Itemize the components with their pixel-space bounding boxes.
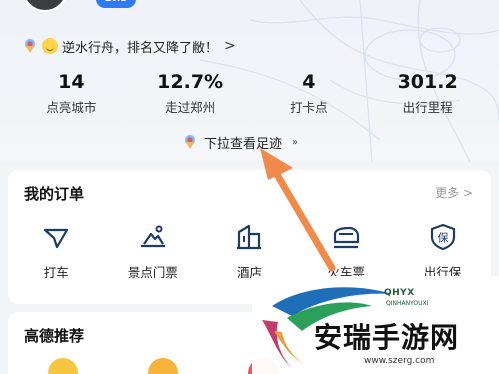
slogan-text: 逆水行舟，排名又降了敝！ (62, 40, 219, 56)
stat-value: 4 (302, 71, 316, 93)
pull-hint-label: 下拉查看足迹 (204, 136, 283, 152)
watermark-brand-sub: QINHANYOUXI (386, 300, 429, 307)
order-label: 景点门票 (127, 265, 178, 280)
order-label: 打车 (43, 265, 69, 280)
sad-face-icon (42, 38, 58, 54)
ranking-slogan[interactable]: 逆水行舟，排名又降了敝！ > (22, 35, 236, 57)
orders-title: 我的订单 (24, 185, 85, 203)
level-badge: Lv.3 (96, 0, 136, 8)
site-watermark: QHYX QINHANYOUXI 安瑞手游网 www.szerg.com (252, 276, 499, 374)
recommend-item-icon[interactable] (148, 358, 178, 374)
watermark-title: 安瑞手游网 (314, 321, 460, 354)
train-icon (333, 226, 360, 249)
stat-label: 走过郑州 (165, 100, 216, 115)
stat-value: 301.2 (397, 71, 458, 93)
stat-zhengzhou[interactable]: 12.7% 走过郑州 (135, 70, 245, 120)
order-taxi[interactable]: 打车 (8, 218, 105, 298)
order-scenic-ticket[interactable]: 景点门票 (105, 218, 202, 298)
recommend-title: 高德推荐 (24, 327, 85, 345)
stat-value: 14 (58, 71, 85, 93)
stat-cities[interactable]: 14 点亮城市 (16, 70, 126, 120)
pull-down-footprint-hint[interactable]: 下拉查看足迹 » (182, 132, 298, 152)
ice-cream-icon (185, 135, 195, 149)
svg-text:保: 保 (437, 231, 448, 245)
hotel-icon (237, 224, 262, 250)
taxi-icon (44, 228, 69, 249)
watermark-url: www.szerg.com (364, 356, 435, 366)
stat-checkins[interactable]: 4 打卡点 (254, 70, 364, 120)
stats-row: 14 点亮城市 12.7% 走过郑州 4 打卡点 301.2 出行里程 (0, 70, 499, 120)
recommend-item-icon[interactable] (48, 358, 78, 374)
recommend-icons (48, 358, 278, 374)
double-chevron-down-icon: » (292, 136, 299, 148)
chevron-right-icon: > (224, 38, 236, 54)
watermark-brand: QHYX (384, 288, 415, 298)
stat-mileage[interactable]: 301.2 出行里程 (373, 70, 483, 120)
stat-label: 打卡点 (290, 100, 328, 115)
ice-cream-icon (25, 39, 35, 53)
stat-value: 12.7% (157, 71, 224, 93)
scenic-ticket-icon (140, 225, 165, 248)
insurance-icon: 保 (430, 223, 455, 251)
more-orders-link[interactable]: 更多 > (435, 184, 473, 201)
stat-label: 点亮城市 (46, 100, 97, 115)
stat-label: 出行里程 (402, 100, 453, 115)
profile-header: Lv.3 逆水行舟，排名又降了敝！ > 14 点亮城市 12.7% 走过郑州 4… (0, 0, 499, 162)
